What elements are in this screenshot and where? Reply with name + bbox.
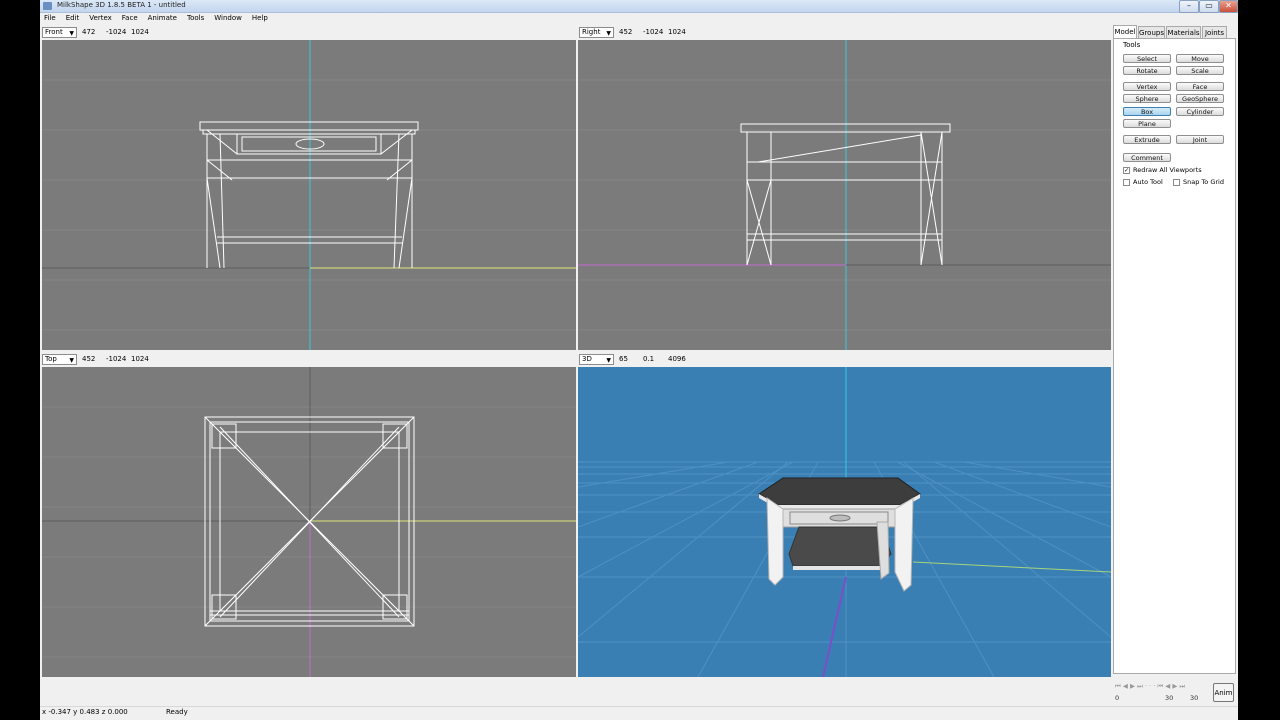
right-far-value: 1024 [668,28,686,36]
menu-vertex[interactable]: Vertex [84,13,117,24]
model-tab-body: Tools Select Move Rotate Scale Vertex Fa… [1113,38,1236,674]
menu-bar: File Edit Vertex Face Animate Tools Window Help [40,13,1238,24]
front-view-label: Front [45,28,63,36]
3d-far-value: 4096 [668,355,686,363]
plane-button[interactable]: Plane [1123,119,1171,128]
top-zoom-value: 452 [82,355,96,363]
box-button[interactable]: Box [1123,107,1171,116]
chevron-down-icon: ▼ [606,30,611,37]
chevron-down-icon: ▼ [69,357,74,364]
milkshape-app-icon [43,2,52,10]
cylinder-button[interactable]: Cylinder [1176,107,1224,116]
menu-edit[interactable]: Edit [61,13,85,24]
status-bar: x -0.347 y 0.483 z 0.000 Ready [40,706,1238,719]
tab-joints[interactable]: Joints [1202,26,1227,38]
sphere-button[interactable]: Sphere [1123,94,1171,103]
menu-help[interactable]: Help [247,13,273,24]
tab-materials[interactable]: Materials [1166,26,1201,38]
joint-button[interactable]: Joint [1176,135,1224,144]
auto-tool-label: Auto Tool [1133,178,1163,186]
select-button[interactable]: Select [1123,54,1171,63]
right-zoom-value: 452 [619,28,633,36]
front-zoom-value: 472 [82,28,96,36]
frame-end: 30 [1165,694,1174,702]
right-view-select[interactable]: Right ▼ [579,27,614,38]
snap-to-grid-label: Snap To Grid [1183,178,1224,186]
menu-window[interactable]: Window [209,13,247,24]
3d-view-select[interactable]: 3D ▼ [579,354,614,365]
menu-tools[interactable]: Tools [182,13,209,24]
table-model [758,477,921,592]
window-title: MilkShape 3D 1.8.5 BETA 1 - untitled [57,1,186,9]
3d-view-label: 3D [582,355,592,363]
snap-to-grid-checkbox[interactable] [1173,179,1180,186]
frame-start: 0 [1115,694,1120,702]
right-view-label: Right [582,28,601,36]
chevron-down-icon: ▼ [606,357,611,364]
chevron-down-icon: ▼ [69,30,74,37]
top-viewport-toolbar: Top ▼ 452 -1024 1024 [40,353,576,366]
front-wireframe [42,40,576,350]
front-view-select[interactable]: Front ▼ [42,27,77,38]
scale-button[interactable]: Scale [1176,66,1224,75]
close-icon[interactable]: ✕ [1219,0,1238,13]
right-near-value: -1024 [643,28,664,36]
maximize-icon[interactable]: ▭ [1199,0,1219,13]
move-button[interactable]: Move [1176,54,1224,63]
redraw-all-label: Redraw All Viewports [1133,166,1202,174]
front-viewport-toolbar: Front ▼ 472 -1024 1024 [40,26,576,39]
3d-viewport-toolbar: 3D ▼ 65 0.1 4096 [577,353,1112,366]
top-view-label: Top [45,355,57,363]
front-near-value: -1024 [106,28,127,36]
rotate-button[interactable]: Rotate [1123,66,1171,75]
vertex-button[interactable]: Vertex [1123,82,1171,91]
redraw-all-checkbox[interactable]: ✓ [1123,167,1130,174]
3d-viewport[interactable] [578,367,1111,677]
top-wireframe [42,367,576,677]
status-text: Ready [166,708,188,716]
tools-label: Tools [1123,41,1141,49]
menu-file[interactable]: File [40,13,61,24]
face-button[interactable]: Face [1176,82,1224,91]
top-viewport[interactable] [42,367,576,677]
cursor-coordinates: x -0.347 y 0.483 z 0.000 [42,708,128,716]
tab-model[interactable]: Model [1113,25,1137,38]
playback-controls-icon[interactable]: ⏮ ◀ ▶ ⏭ · · · ⏮ ◀ ▶ ⏭ [1115,682,1185,691]
extrude-button[interactable]: Extrude [1123,135,1171,144]
minimize-icon[interactable]: – [1179,0,1199,13]
3d-fov-value: 65 [619,355,628,363]
auto-tool-checkbox[interactable] [1123,179,1130,186]
app-window: MilkShape 3D 1.8.5 BETA 1 - untitled – ▭… [40,0,1238,720]
tool-panel: Model Groups Materials Joints Tools Sele… [1113,25,1236,676]
current-frame: 30 [1190,694,1199,702]
title-bar: MilkShape 3D 1.8.5 BETA 1 - untitled – ▭… [40,0,1238,13]
right-viewport[interactable] [578,40,1111,350]
geosphere-button[interactable]: GeoSphere [1176,94,1224,103]
3d-near-value: 0.1 [643,355,655,363]
3d-scene [578,367,1111,677]
anim-button[interactable]: Anim [1213,683,1234,702]
right-viewport-toolbar: Right ▼ 452 -1024 1024 [577,26,1112,39]
comment-button[interactable]: Comment [1123,153,1171,162]
menu-face[interactable]: Face [117,13,143,24]
top-view-select[interactable]: Top ▼ [42,354,77,365]
front-far-value: 1024 [131,28,149,36]
top-near-value: -1024 [106,355,127,363]
tab-groups[interactable]: Groups [1138,26,1165,38]
top-far-value: 1024 [131,355,149,363]
menu-animate[interactable]: Animate [143,13,182,24]
front-viewport[interactable] [42,40,576,350]
right-wireframe [578,40,1111,350]
